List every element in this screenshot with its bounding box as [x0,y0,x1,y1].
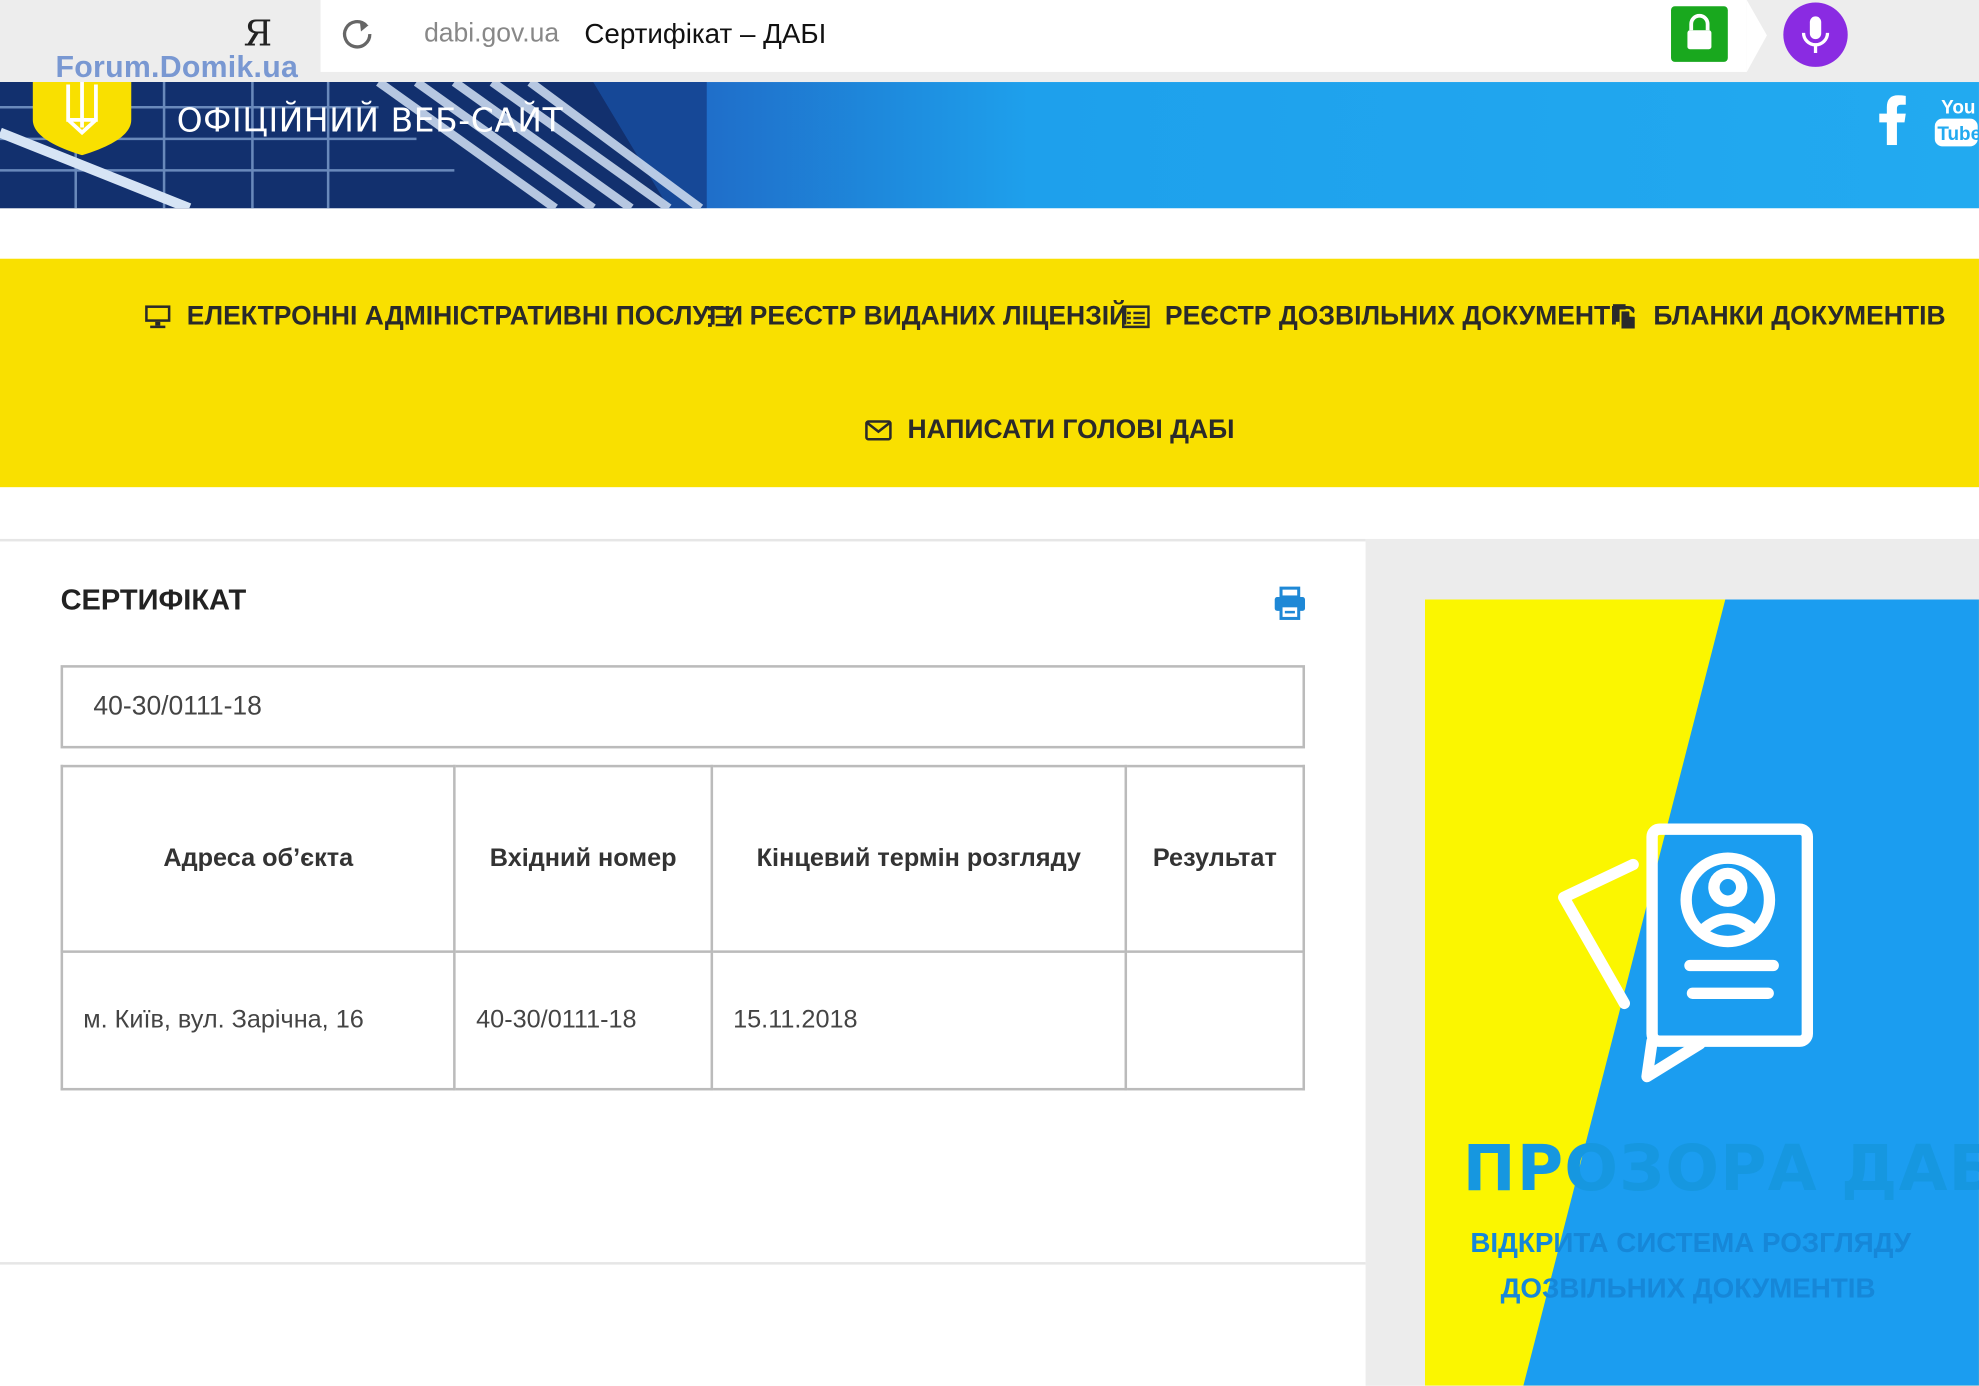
watermark: Forum.Domik.ua [55,50,299,85]
site-header-banner: ОФІЦІЙНИЙ ВЕБ-САЙТ You Tube [0,82,1979,209]
nav-item-label: РЕЄСТР ДОЗВІЛЬНИХ ДОКУМЕНТІВ [1164,301,1637,331]
document-list-icon [1122,305,1150,329]
cell-incoming-number: 40-30/0111-18 [453,950,713,1091]
nav-item-permits-registry[interactable]: РЕЄСТР ДОЗВІЛЬНИХ ДОКУМЕНТІВ [1122,302,1637,332]
secure-lock-button[interactable] [1671,6,1728,62]
nav-item-electronic-services[interactable]: ЕЛЕКТРОННІ АДМІНІСТРАТИВНІ ПОСЛУГИ [144,302,743,332]
column-header-deadline: Кінцевий термін розгляду [710,764,1128,953]
column-header-result: Результат [1124,764,1306,953]
page-title: СЕРТИФІКАТ [60,583,247,616]
table-header-row: Адреса об’єкта Вхідний номер Кінцевий те… [60,764,1306,953]
lock-icon [1687,13,1712,50]
certificate-results-table: Адреса об’єкта Вхідний номер Кінцевий те… [60,764,1306,1091]
yandex-logo[interactable]: Я [244,13,273,55]
coat-of-arms-logo[interactable] [30,82,133,156]
nav-item-label: ЕЛЕКТРОННІ АДМІНІСТРАТИВНІ ПОСЛУГИ [186,301,744,331]
transparent-dabi-promo-banner[interactable]: ПРОЗОРА ДАБІ ВІДКРИТА СИСТЕМА РОЗГЛЯДУ Д… [1424,599,1979,1386]
monitor-icon [145,305,171,329]
svg-text:Tube: Tube [1937,124,1979,145]
print-icon[interactable] [1272,586,1307,621]
url-domain[interactable]: dabi.gov.ua [424,19,559,49]
nav-item-document-forms[interactable]: БЛАНКИ ДОКУМЕНТІВ [1610,301,1946,332]
promo-title: ПРОЗОРА ДАБІ [1462,1132,1979,1206]
nav-item-label: БЛАНКИ ДОКУМЕНТІВ [1653,301,1946,331]
microphone-icon [1801,16,1830,54]
facebook-icon[interactable] [1875,95,1908,146]
url-page-title[interactable]: Сертифікат – ДАБІ [584,18,826,51]
promo-subtitle-line1: ВІДКРИТА СИСТЕМА РОЗГЛЯДУ [1470,1226,1912,1259]
nav-item-licenses-registry[interactable]: РЕЄСТР ВИДАНИХ ЛІЦЕНЗІЙ [707,302,1128,332]
promo-background [1424,599,1979,1386]
cell-deadline: 15.11.2018 [710,950,1128,1091]
main-navigation: ЕЛЕКТРОННІ АДМІНІСТРАТИВНІ ПОСЛУГИ РЕЄСТ… [0,258,1979,488]
nav-item-label: НАПИСАТИ ГОЛОВІ ДАБІ [907,415,1235,445]
list-icon [708,306,734,327]
content-divider-top [0,538,1366,542]
nav-item-label: РЕЄСТР ВИДАНИХ ЛІЦЕНЗІЙ [749,301,1129,331]
youtube-icon[interactable]: You Tube [1934,92,1979,148]
svg-text:You: You [1941,98,1975,119]
nav-item-write-to-head[interactable]: НАПИСАТИ ГОЛОВІ ДАБІ [865,415,1235,445]
cell-address: м. Київ, вул. Зарічна, 16 [60,950,456,1091]
browser-toolbar: Я Forum.Domik.ua dabi.gov.ua Сертифікат … [0,0,1979,85]
reload-icon[interactable] [338,15,376,53]
column-header-address: Адреса об’єкта [60,764,456,953]
column-header-incoming-number: Вхідний номер [453,764,713,953]
envelope-icon [865,420,892,441]
cell-result [1124,950,1306,1091]
table-row: м. Київ, вул. Зарічна, 16 40-30/0111-18 … [60,950,1306,1091]
certificate-number-input[interactable] [60,665,1306,749]
promo-subtitle-line2: ДОЗВІЛЬНИХ ДОКУМЕНТІВ [1500,1272,1876,1304]
copy-docs-icon [1612,304,1637,331]
voice-search-button[interactable] [1783,2,1848,67]
content-divider-bottom [0,1262,1366,1265]
site-title: ОФІЦІЙНИЙ ВЕБ-САЙТ [176,102,564,141]
